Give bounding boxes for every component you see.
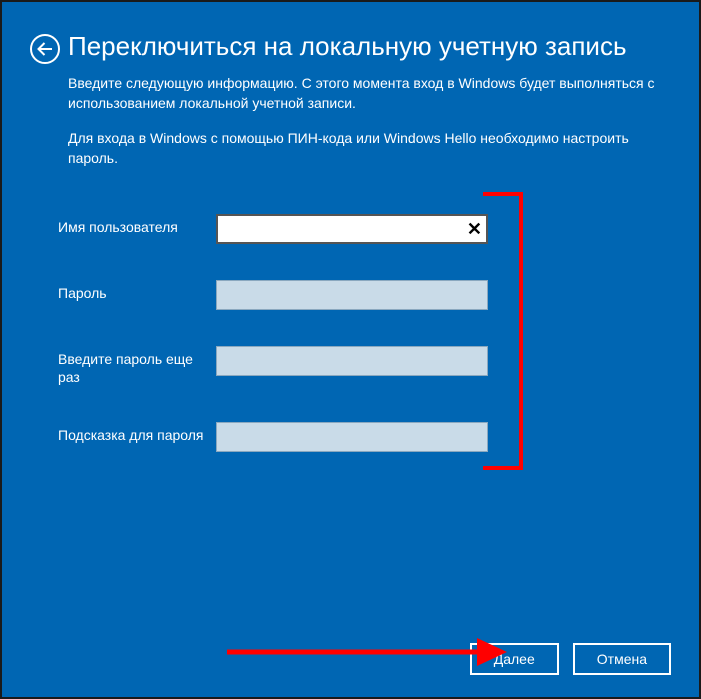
confirm-password-label: Введите пароль еще раз: [58, 346, 216, 386]
annotation-bracket: [483, 192, 523, 470]
back-button[interactable]: [30, 34, 60, 64]
description-line-1: Введите следующую информацию. С этого мо…: [68, 74, 659, 113]
cancel-button[interactable]: Отмена: [573, 643, 671, 675]
password-input[interactable]: [216, 280, 488, 310]
description-line-2: Для входа в Windows с помощью ПИН-кода и…: [68, 129, 659, 168]
confirm-password-input[interactable]: [216, 346, 488, 376]
username-input[interactable]: [216, 214, 488, 244]
password-label: Пароль: [58, 280, 216, 302]
password-hint-input[interactable]: [216, 422, 488, 452]
back-arrow-icon: [37, 41, 53, 57]
username-label: Имя пользователя: [58, 214, 216, 236]
next-button[interactable]: Далее: [470, 643, 559, 675]
clear-input-icon[interactable]: ✕: [467, 217, 482, 241]
description-block: Введите следующую информацию. С этого мо…: [68, 74, 659, 184]
annotation-arrow-icon: [227, 632, 507, 672]
password-hint-label: Подсказка для пароля: [58, 422, 216, 444]
page-title: Переключиться на локальную учетную запис…: [68, 31, 627, 62]
